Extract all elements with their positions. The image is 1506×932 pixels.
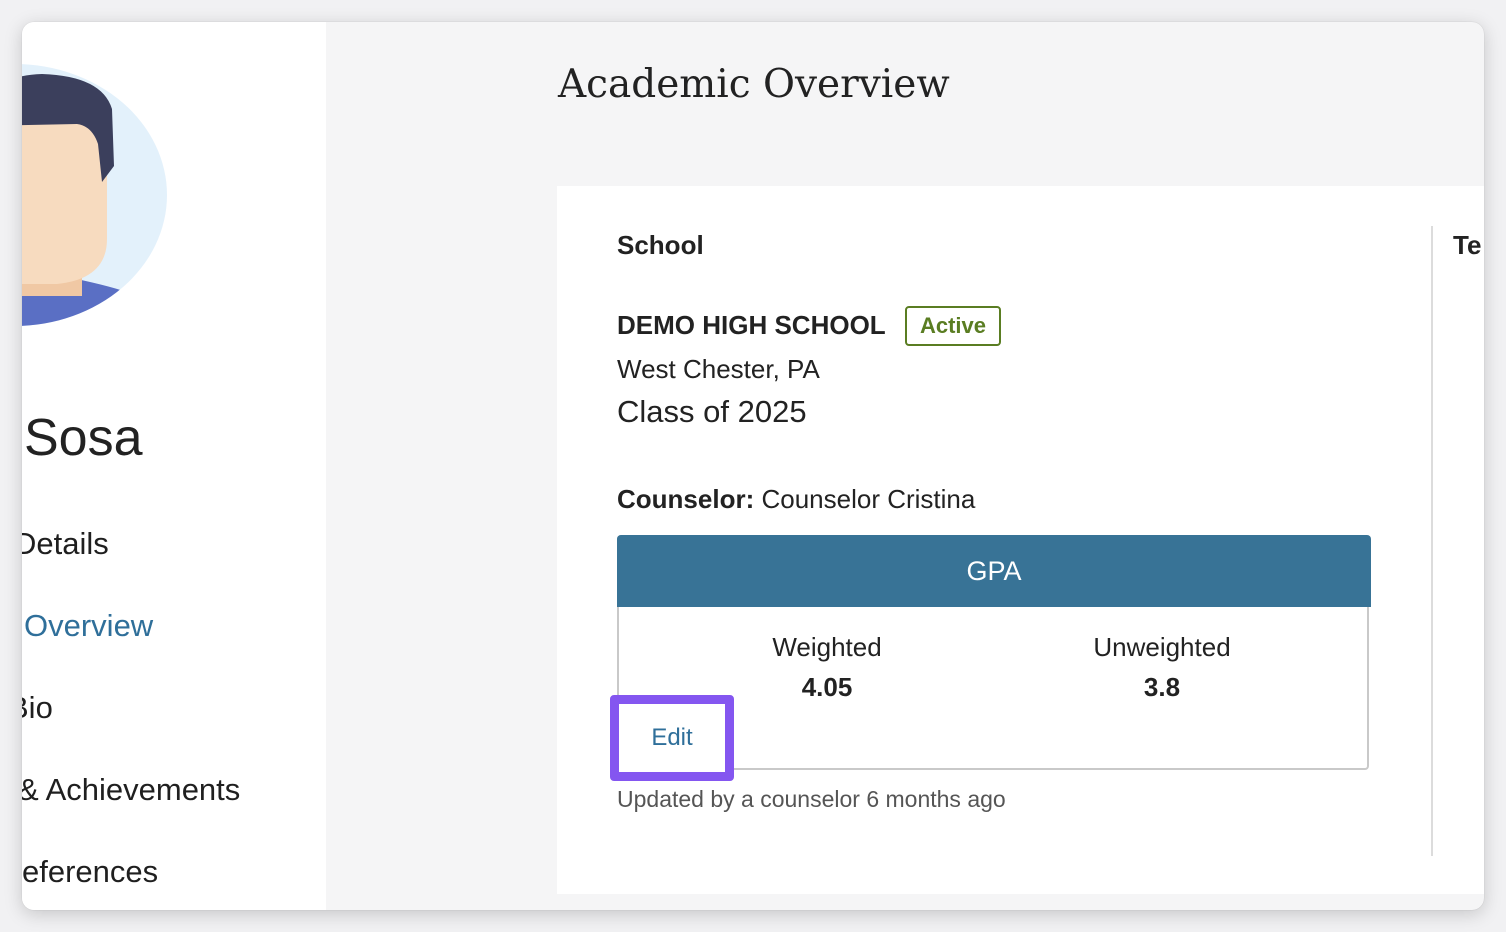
unweighted-value: 3.8 bbox=[1143, 672, 1181, 702]
edit-gpa-button[interactable]: Edit bbox=[651, 724, 692, 752]
gpa-panel: GPA Weighted 4.05 Unweighted 3.8 Edit bbox=[610, 535, 1371, 781]
student-name: Sosa bbox=[24, 409, 143, 467]
school-section-label: School bbox=[617, 230, 704, 260]
gpa-header: GPA bbox=[617, 535, 1371, 607]
weighted-label: Weighted bbox=[772, 632, 882, 662]
school-name: DEMO HIGH SCHOOL bbox=[617, 310, 886, 340]
status-badge: Active bbox=[905, 306, 1001, 346]
avatar-icon bbox=[22, 74, 152, 326]
nav-item-bio[interactable]: Bio bbox=[22, 690, 53, 726]
nav-item-references[interactable]: eferences bbox=[22, 854, 158, 890]
nav-item-achievements[interactable]: & Achievements bbox=[22, 772, 240, 808]
updated-timestamp: Updated by a counselor 6 months ago bbox=[617, 786, 1006, 812]
school-location: West Chester, PA bbox=[617, 354, 820, 384]
page-title: Academic Overview bbox=[558, 62, 950, 107]
nav-item-overview[interactable]: Overview bbox=[24, 608, 153, 644]
counselor-label: Counselor: bbox=[617, 484, 755, 514]
academic-card: School Te DEMO HIGH SCHOOL Active West C… bbox=[557, 186, 1484, 894]
gpa-unweighted: Unweighted 3.8 bbox=[1012, 629, 1312, 705]
counselor-name: Counselor Cristina bbox=[761, 484, 976, 514]
second-section-label: Te bbox=[1453, 230, 1482, 260]
nav-item-details[interactable]: Details bbox=[22, 526, 109, 562]
counselor-line: Counselor: Counselor Cristina bbox=[617, 484, 975, 515]
edit-highlight: Edit bbox=[610, 695, 734, 781]
student-avatar bbox=[22, 64, 167, 326]
app-window: Sosa Details Overview Bio & Achievements… bbox=[22, 22, 1484, 910]
unweighted-label: Unweighted bbox=[1093, 632, 1231, 662]
class-year: Class of 2025 bbox=[617, 394, 807, 429]
column-divider bbox=[1431, 226, 1433, 856]
gpa-weighted: Weighted 4.05 bbox=[677, 629, 977, 705]
profile-sidebar: Sosa Details Overview Bio & Achievements… bbox=[22, 22, 326, 910]
